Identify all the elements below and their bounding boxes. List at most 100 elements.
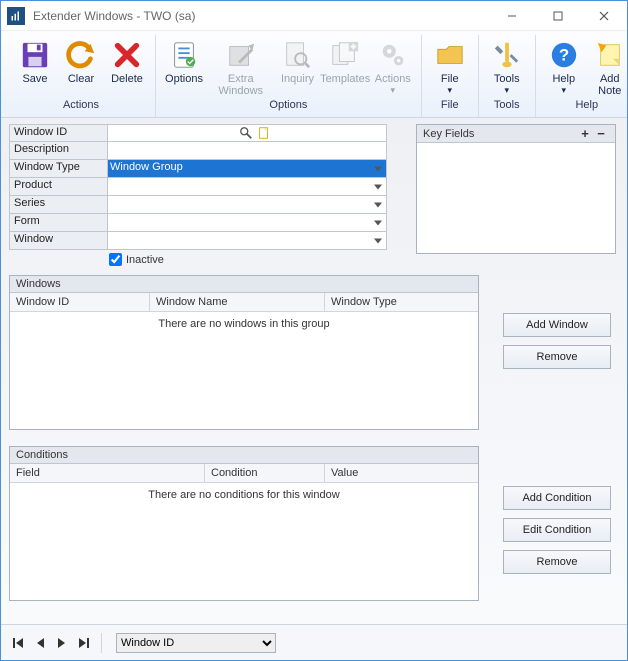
add-window-button[interactable]: Add Window <box>503 313 611 337</box>
field-description <box>107 142 387 160</box>
label-form: Form <box>9 214 107 232</box>
extra-windows-icon <box>225 39 257 71</box>
conditions-empty-msg: There are no conditions for this window <box>10 483 478 507</box>
inquiry-icon <box>281 39 313 71</box>
key-fields-remove-icon[interactable]: − <box>593 127 609 140</box>
maximize-button[interactable] <box>535 1 581 31</box>
key-fields-header: Key Fields + − <box>417 125 615 143</box>
inquiry-button[interactable]: Inquiry <box>275 35 319 97</box>
form-combo[interactable] <box>107 214 387 232</box>
remove-condition-button[interactable]: Remove <box>503 550 611 574</box>
options-button[interactable]: Options <box>162 35 206 97</box>
window-type-value: Window Group <box>110 161 183 173</box>
label-product: Product <box>9 178 107 196</box>
conditions-col-field[interactable]: Field <box>10 464 205 482</box>
window-combo[interactable] <box>107 232 387 250</box>
gears-icon <box>377 39 409 71</box>
tools-menu-button[interactable]: Tools▾ <box>485 35 529 97</box>
inactive-label: Inactive <box>126 254 164 266</box>
form-grid: Window ID Description Window Type Window… <box>9 124 387 266</box>
templates-label: Templates <box>320 71 370 97</box>
sort-field-combo[interactable]: Window ID <box>116 633 276 653</box>
title-bar: Extender Windows - TWO (sa) <box>1 1 627 31</box>
window-type-combo[interactable]: Window Group <box>107 160 387 178</box>
delete-x-icon <box>111 39 143 71</box>
label-window: Window <box>9 232 107 250</box>
templates-button[interactable]: Templates <box>321 35 368 97</box>
windows-header: Windows <box>10 276 478 293</box>
windows-col-name[interactable]: Window Name <box>150 293 325 311</box>
conditions-col-condition[interactable]: Condition <box>205 464 325 482</box>
conditions-header: Conditions <box>10 447 478 464</box>
label-description: Description <box>9 142 107 160</box>
minimize-button[interactable] <box>489 1 535 31</box>
add-condition-button[interactable]: Add Condition <box>503 486 611 510</box>
close-button[interactable] <box>581 1 627 31</box>
windows-columns: Window ID Window Name Window Type <box>10 293 478 312</box>
ribbon-group-help: ? Help▾ Add Note Help <box>536 35 628 117</box>
footer-divider <box>101 633 102 653</box>
windows-side-buttons: Add Window Remove <box>503 313 611 369</box>
conditions-col-value[interactable]: Value <box>325 464 478 482</box>
help-menu-button[interactable]: ? Help▾ <box>542 35 586 97</box>
clear-button[interactable]: Clear <box>59 35 103 97</box>
extra-windows-label: Extra Windows <box>212 71 269 97</box>
nav-next-button[interactable] <box>53 634 71 652</box>
label-window-type: Window Type <box>9 160 107 178</box>
conditions-panel: Conditions Field Condition Value There a… <box>9 446 479 601</box>
app-icon <box>7 7 25 25</box>
conditions-side-buttons: Add Condition Edit Condition Remove <box>503 486 611 574</box>
lookup-button[interactable] <box>238 125 254 141</box>
inquiry-label: Inquiry <box>281 71 314 97</box>
description-input[interactable] <box>108 142 386 159</box>
ribbon-group-label-help: Help <box>542 97 628 115</box>
windows-col-id[interactable]: Window ID <box>10 293 150 311</box>
delete-button[interactable]: Delete <box>105 35 149 97</box>
help-label: Help▾ <box>552 71 575 97</box>
ribbon-group-label-file: File <box>428 97 472 115</box>
clear-label: Clear <box>68 71 94 97</box>
nav-prev-button[interactable] <box>31 634 49 652</box>
add-note-button[interactable]: Add Note <box>588 35 628 97</box>
record-navigator: Window ID <box>1 624 627 660</box>
app-window: Extender Windows - TWO (sa) Save C <box>0 0 628 661</box>
remove-window-button[interactable]: Remove <box>503 345 611 369</box>
add-note-label: Add Note <box>592 71 628 97</box>
ribbon-group-file: File▾ File <box>422 35 479 117</box>
ribbon-group-actions: Save Clear Delete Actions <box>7 35 156 117</box>
inactive-row: Inactive <box>9 250 387 266</box>
ribbon-group-label-options: Options <box>162 97 415 115</box>
series-combo[interactable] <box>107 196 387 214</box>
windows-title: Windows <box>16 278 61 290</box>
edit-condition-button[interactable]: Edit Condition <box>503 518 611 542</box>
options-label: Options <box>165 71 203 97</box>
actions-label: Actions▾ <box>375 71 411 97</box>
ribbon-group-label-tools: Tools <box>485 97 529 115</box>
inactive-checkbox[interactable] <box>109 253 122 266</box>
conditions-columns: Field Condition Value <box>10 464 478 483</box>
key-fields-add-icon[interactable]: + <box>577 127 593 140</box>
extra-windows-button[interactable]: Extra Windows <box>208 35 273 97</box>
tools-icon <box>491 39 523 71</box>
ribbon-group-tools: Tools▾ Tools <box>479 35 536 117</box>
ribbon: Save Clear Delete Actions <box>1 31 627 118</box>
ribbon-group-options: Options Extra Windows Inquiry <box>156 35 422 117</box>
windows-col-type[interactable]: Window Type <box>325 293 478 311</box>
folder-icon <box>434 39 466 71</box>
tools-label: Tools▾ <box>494 71 520 97</box>
save-button[interactable]: Save <box>13 35 57 97</box>
nav-last-button[interactable] <box>75 634 93 652</box>
save-label: Save <box>22 71 47 97</box>
body-area: Window ID Description Window Type Window… <box>1 118 627 660</box>
windows-empty-msg: There are no windows in this group <box>10 312 478 336</box>
product-combo[interactable] <box>107 178 387 196</box>
new-document-button[interactable] <box>256 125 272 141</box>
file-label: File▾ <box>441 71 459 97</box>
label-window-id: Window ID <box>9 124 107 142</box>
field-window-id <box>107 124 387 142</box>
file-menu-button[interactable]: File▾ <box>428 35 472 97</box>
nav-first-button[interactable] <box>9 634 27 652</box>
conditions-title: Conditions <box>16 449 68 461</box>
actions-button[interactable]: Actions▾ <box>371 35 415 97</box>
delete-label: Delete <box>111 71 143 97</box>
